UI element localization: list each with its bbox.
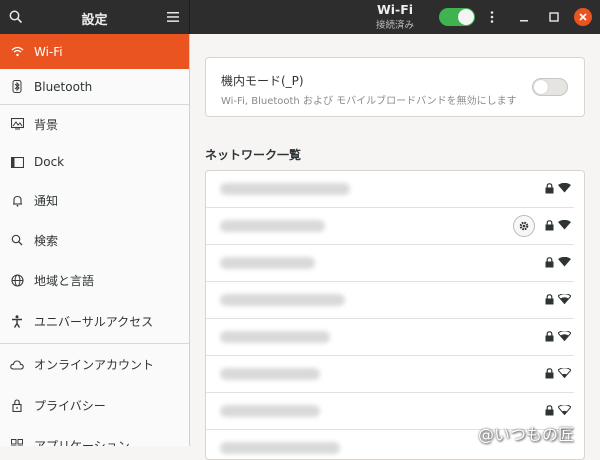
airplane-mode-toggle[interactable] xyxy=(532,78,568,96)
wifi-panel: 機内モード(_P) Wi-Fi, Bluetooth および モバイルブロードバ… xyxy=(190,34,600,460)
sidebar-item-label: 地域と言語 xyxy=(34,274,95,288)
panel-title: Wi-Fi xyxy=(376,2,414,17)
toggle-knob xyxy=(458,9,474,25)
more-options-icon[interactable] xyxy=(484,8,500,26)
connection-status: 接続済み xyxy=(375,20,414,31)
sidebar-item-dock[interactable]: Dock xyxy=(0,143,189,181)
globe-icon xyxy=(0,274,34,287)
sidebar-item-label: アプリケーション xyxy=(34,438,130,447)
sidebar-item-bluetooth[interactable]: Bluetooth xyxy=(0,69,189,104)
lock-icon xyxy=(545,220,554,234)
airplane-mode-card: 機内モード(_P) Wi-Fi, Bluetooth および モバイルブロードバ… xyxy=(205,57,585,117)
network-list-heading: ネットワーク一覧 xyxy=(205,148,302,162)
sidebar-item-notifications[interactable]: 通知 xyxy=(0,181,189,220)
network-list xyxy=(205,170,585,460)
lock-icon xyxy=(545,183,554,197)
wifi-signal-icon xyxy=(557,367,572,381)
network-row[interactable] xyxy=(206,171,574,208)
sidebar-item-background[interactable]: 背景 xyxy=(0,105,189,143)
accessibility-icon xyxy=(0,314,34,328)
sidebar-item-label: オンラインアカウント xyxy=(34,358,155,372)
wifi-icon xyxy=(0,46,34,57)
sidebar-item-label: プライバシー xyxy=(34,399,106,413)
minimize-icon[interactable] xyxy=(516,8,532,26)
network-row[interactable] xyxy=(206,319,574,356)
sidebar-item-label: ユニバーサルアクセス xyxy=(34,314,154,329)
bell-icon xyxy=(0,195,34,207)
lock-icon xyxy=(545,368,554,382)
sidebar-item-label: Wi-Fi xyxy=(34,44,63,59)
gear-icon xyxy=(519,221,529,231)
lock-icon xyxy=(545,294,554,308)
wifi-signal-icon xyxy=(557,293,572,307)
wifi-signal-icon xyxy=(558,219,571,233)
watermark: @いつもの匠 xyxy=(478,425,575,444)
sidebar-item-online-accounts[interactable]: オンラインアカウント xyxy=(0,344,189,385)
sidebar-item-wifi[interactable]: Wi-Fi xyxy=(0,34,189,69)
airplane-mode-title: 機内モード(_P) xyxy=(221,74,304,88)
sidebar-item-label: 検索 xyxy=(34,233,59,248)
sidebar: Wi-Fi Bluetooth 背景 Dock 通知 検索 地域と言語 ユニバー… xyxy=(0,34,190,446)
airplane-mode-description: Wi-Fi, Bluetooth および モバイルブロードバンドを無効にします xyxy=(221,96,517,107)
wifi-signal-icon xyxy=(558,256,571,270)
header-bar: 設定 Wi-Fi 接続済み xyxy=(0,0,600,34)
network-name-redacted xyxy=(220,368,320,380)
network-name-redacted xyxy=(220,442,340,454)
cloud-icon xyxy=(0,359,34,370)
sidebar-item-universal-access[interactable]: ユニバーサルアクセス xyxy=(0,301,189,341)
sidebar-item-region-language[interactable]: 地域と言語 xyxy=(0,260,189,301)
sidebar-header: 設定 xyxy=(0,0,190,34)
dock-icon xyxy=(0,156,34,168)
sidebar-item-search[interactable]: 検索 xyxy=(0,220,189,260)
sidebar-item-privacy[interactable]: プライバシー xyxy=(0,385,189,426)
network-name-redacted xyxy=(220,183,350,195)
wifi-signal-icon xyxy=(558,182,571,196)
network-name-redacted xyxy=(220,294,345,306)
sidebar-item-label: 通知 xyxy=(34,194,59,208)
sidebar-item-applications[interactable]: アプリケーション xyxy=(0,426,189,446)
sidebar-item-label: Dock xyxy=(34,155,65,169)
network-row[interactable] xyxy=(206,282,574,319)
network-settings-button[interactable] xyxy=(513,215,535,237)
lock-icon xyxy=(0,399,34,412)
lock-icon xyxy=(545,405,554,419)
toggle-knob xyxy=(534,80,548,94)
wifi-signal-icon xyxy=(557,330,572,344)
background-icon xyxy=(0,118,34,130)
apps-icon xyxy=(0,439,34,446)
network-row[interactable] xyxy=(206,356,574,393)
lock-icon xyxy=(545,331,554,345)
network-name-redacted xyxy=(220,220,325,232)
network-row-connected[interactable] xyxy=(206,208,574,245)
wifi-toggle[interactable] xyxy=(439,8,475,26)
network-row[interactable] xyxy=(206,245,574,282)
sidebar-item-label: 背景 xyxy=(34,117,59,132)
network-name-redacted xyxy=(220,257,315,269)
close-icon[interactable] xyxy=(574,8,592,26)
search-icon xyxy=(0,234,34,246)
settings-title: 設定 xyxy=(81,13,108,28)
lock-icon xyxy=(545,257,554,271)
sidebar-item-label: Bluetooth xyxy=(34,79,93,94)
network-name-redacted xyxy=(220,405,320,417)
bluetooth-icon xyxy=(0,80,34,93)
hamburger-menu-icon[interactable] xyxy=(163,7,183,27)
wifi-signal-icon xyxy=(557,404,572,418)
maximize-icon[interactable] xyxy=(546,8,562,26)
network-name-redacted xyxy=(220,331,330,343)
